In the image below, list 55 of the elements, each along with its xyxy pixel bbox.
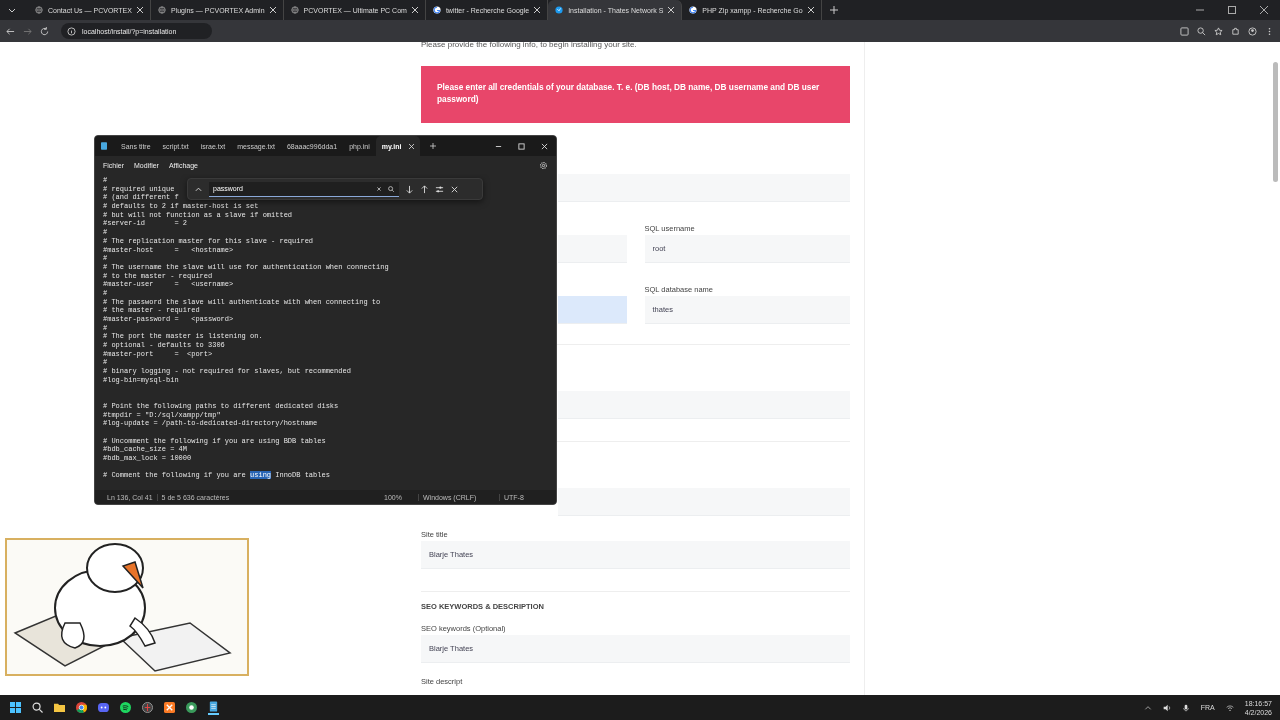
close-icon[interactable]: [668, 7, 675, 13]
star-icon[interactable]: [1214, 26, 1223, 36]
microphone-icon[interactable]: [1181, 703, 1190, 712]
close-icon[interactable]: [1260, 6, 1268, 14]
notepad-icon: [101, 142, 107, 150]
close-icon[interactable]: [269, 7, 276, 13]
xampp-icon[interactable]: [164, 702, 175, 713]
volume-icon[interactable]: [1162, 703, 1171, 712]
input-field[interactable]: [558, 174, 850, 202]
extensions-icon[interactable]: [1231, 26, 1240, 36]
scrollbar[interactable]: [1273, 62, 1278, 182]
close-icon[interactable]: [807, 7, 814, 13]
close-icon[interactable]: [136, 7, 143, 13]
translate-icon[interactable]: [1180, 26, 1189, 36]
globe-icon: [157, 6, 166, 14]
input-field[interactable]: [558, 296, 627, 324]
chat-app-icon[interactable]: [98, 702, 109, 713]
app-icon[interactable]: [186, 702, 197, 713]
notepad-icon[interactable]: [208, 700, 219, 715]
search-icon[interactable]: [387, 184, 395, 193]
windows-start-icon[interactable]: [10, 702, 21, 713]
forward-icon[interactable]: [23, 26, 32, 36]
close-icon[interactable]: [534, 7, 541, 13]
new-tab-icon[interactable]: [829, 6, 838, 14]
arrow-up-icon[interactable]: [420, 184, 429, 194]
search-icon[interactable]: [32, 702, 43, 713]
globe-icon: [35, 6, 43, 14]
music-app-icon[interactable]: [120, 702, 131, 713]
zoom-icon[interactable]: [1197, 26, 1206, 36]
google-icon: [689, 6, 698, 14]
arrow-down-icon[interactable]: [405, 184, 414, 194]
options-icon[interactable]: [435, 184, 444, 194]
new-tab-icon[interactable]: [430, 143, 437, 149]
globe-icon: [290, 6, 299, 14]
site-icon: [555, 6, 564, 14]
chevron-up-icon[interactable]: [1143, 703, 1152, 712]
wifi-icon[interactable]: [1225, 703, 1234, 712]
input-field[interactable]: [558, 235, 627, 263]
folder-icon[interactable]: [54, 702, 65, 713]
chrome-icon[interactable]: [76, 702, 87, 713]
settings-icon[interactable]: [539, 160, 548, 170]
clear-icon[interactable]: [375, 184, 383, 193]
input-field[interactable]: [558, 391, 850, 419]
git-app-icon[interactable]: [142, 702, 153, 713]
profile-icon[interactable]: [1248, 26, 1257, 36]
input-field[interactable]: [558, 488, 850, 516]
chevron-down-icon[interactable]: [8, 6, 16, 14]
google-icon: [432, 6, 441, 14]
site-info-icon[interactable]: [67, 26, 76, 36]
error-alert: Please enter all credentials of your database. T. e. (DB host, DB name, DB username and DB user password): [421, 66, 850, 123]
maximize-icon[interactable]: [1228, 6, 1236, 14]
reload-icon[interactable]: [40, 26, 49, 36]
close-icon[interactable]: [411, 7, 418, 13]
intro-text: Please provide the following info, to begin installing your site.: [421, 42, 638, 49]
back-icon[interactable]: [6, 26, 15, 36]
